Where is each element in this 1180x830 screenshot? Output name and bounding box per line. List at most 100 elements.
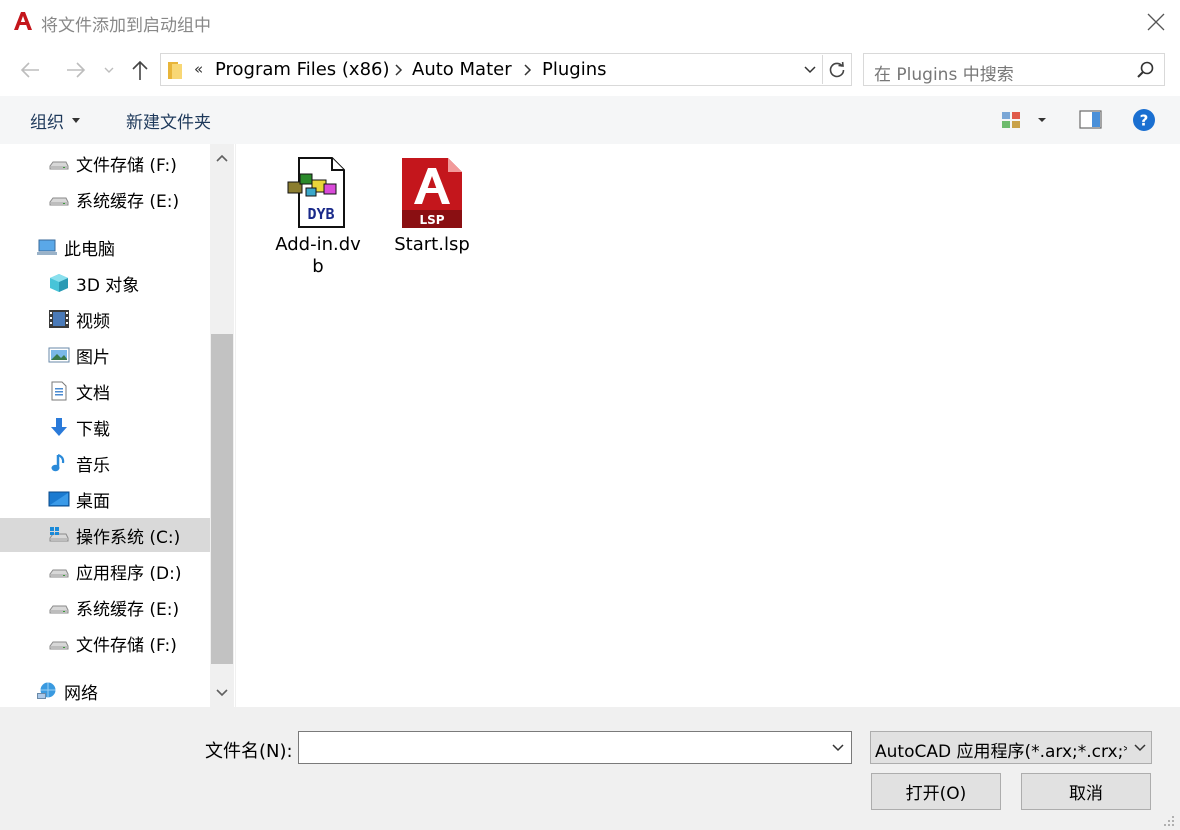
sidebar-item-label: 文档 [76, 383, 110, 404]
sidebar-item-label: 下载 [76, 419, 110, 440]
refresh-button[interactable] [822, 55, 851, 84]
filename-dropdown-button[interactable] [827, 734, 849, 762]
filetype-select[interactable]: AutoCAD 应用程序(*.arx;*.crx;*.lsp;*.dvb;*.d… [870, 731, 1152, 764]
search-icon[interactable] [1136, 61, 1156, 79]
filename-input[interactable] [299, 732, 819, 763]
sidebar-item-label: 桌面 [76, 491, 110, 512]
music-icon [48, 453, 70, 473]
new-folder-button[interactable]: 新建文件夹 [114, 104, 223, 136]
preview-pane-icon [1079, 110, 1102, 129]
sidebar-item-label: 系统缓存 (E:) [76, 599, 180, 620]
sidebar-item-label: 3D 对象 [76, 275, 140, 296]
sidebar-item[interactable]: 文档 [0, 374, 210, 408]
sidebar-item[interactable]: 网络 [0, 674, 210, 708]
sidebar-item-label: 音乐 [76, 455, 110, 476]
title-bar: 将文件添加到启动组中 [0, 0, 1180, 44]
sidebar-item[interactable]: 图片 [0, 338, 210, 372]
desktop-icon [48, 489, 70, 509]
sidebar-item[interactable]: 文件存储 (F:) [0, 626, 210, 660]
file-name: Start.lsp [394, 234, 470, 255]
sidebar-item[interactable]: 桌面 [0, 482, 210, 516]
refresh-icon [829, 61, 845, 77]
chevron-down-icon [832, 744, 844, 752]
address-bar[interactable]: « Program Files (x86) Auto Mater Plugins [160, 53, 852, 86]
sidebar-item[interactable]: 系统缓存 (E:) [0, 590, 210, 624]
filename-combobox[interactable] [298, 731, 852, 764]
arrow-right-icon [67, 62, 86, 78]
lsp-badge: LSP [419, 213, 444, 227]
file-item-start-lsp[interactable]: LSP Start.lsp [382, 156, 482, 256]
preview-pane-button[interactable] [1074, 106, 1106, 134]
3d-objects-icon [48, 273, 70, 293]
sidebar-item-label: 系统缓存 (E:) [76, 191, 180, 212]
lsp-file-icon: LSP [402, 158, 462, 228]
file-list[interactable]: DYB Add-in.dvb LSP Start.lsp [237, 144, 1180, 707]
breadcrumb-auto-mater[interactable]: Auto Mater [412, 59, 512, 80]
organize-button[interactable]: 组织 [14, 104, 92, 136]
navigation-pane[interactable]: 文件存储 (F:) 系统缓存 (E:) 此电脑 3D 对象视频图片文档下载音乐桌面操作… [0, 144, 236, 707]
search-input[interactable]: 在 Plugins 中搜索 [863, 53, 1165, 86]
scrollbar-thumb[interactable] [211, 334, 233, 664]
drive-icon [48, 153, 70, 173]
arrow-left-icon [20, 62, 39, 78]
cancel-button[interactable]: 取消 [1021, 773, 1151, 810]
back-button[interactable] [14, 56, 46, 84]
open-button[interactable]: 打开(O) [871, 773, 1001, 810]
close-button[interactable] [1136, 4, 1176, 40]
scroll-down-button[interactable] [210, 679, 234, 707]
resize-grip-icon[interactable] [1158, 810, 1176, 828]
address-dropdown-button[interactable] [799, 56, 821, 84]
sidebar-item[interactable]: 操作系统 (C:) [0, 518, 210, 552]
video-icon [48, 309, 70, 329]
help-button[interactable]: ? [1128, 104, 1160, 136]
dvb-badge: DYB [307, 205, 334, 223]
chevron-up-icon [216, 154, 228, 162]
scroll-up-button[interactable] [210, 144, 234, 172]
window-title: 将文件添加到启动组中 [41, 16, 211, 36]
recent-locations-button[interactable] [100, 56, 118, 84]
drive-icon [48, 633, 70, 653]
sidebar-item[interactable]: 3D 对象 [0, 266, 210, 300]
close-icon [1147, 13, 1165, 31]
sidebar-item-label: 网络 [64, 683, 98, 704]
sidebar-item[interactable]: 应用程序 (D:) [0, 554, 210, 588]
filename-label: 文件名(N): [205, 741, 293, 762]
sidebar-item[interactable]: 下载 [0, 410, 210, 444]
drive-icon [48, 189, 70, 209]
autocad-icon [14, 12, 32, 30]
sidebar-item-label: 文件存储 (F:) [76, 155, 177, 176]
sidebar-item-label: 视频 [76, 311, 110, 332]
chevron-right-icon[interactable] [393, 63, 403, 77]
chevron-down-icon [804, 66, 816, 74]
sidebar-item[interactable]: 视频 [0, 302, 210, 336]
breadcrumb-plugins[interactable]: Plugins [542, 59, 606, 80]
chevron-down-icon [104, 67, 114, 73]
breadcrumb-overflow[interactable]: « [194, 60, 203, 78]
arrow-up-icon [132, 60, 148, 80]
windows-drive-icon [48, 525, 70, 545]
documents-icon [48, 381, 70, 401]
organize-label: 组织 [30, 112, 64, 133]
sidebar-item[interactable]: 文件存储 (F:) [0, 146, 210, 180]
change-view-button[interactable] [998, 106, 1054, 134]
filetype-dropdown-button[interactable] [1127, 732, 1151, 763]
file-name: Add-in.dvb [275, 234, 361, 277]
sidebar-item[interactable]: 系统缓存 (E:) [0, 182, 210, 216]
search-placeholder: 在 Plugins 中搜索 [874, 65, 1014, 85]
up-button[interactable] [126, 56, 154, 84]
forward-button[interactable] [60, 56, 92, 84]
file-item-add-in-dvb[interactable]: DYB Add-in.dvb [268, 156, 368, 278]
sidebar-item[interactable]: 此电脑 [0, 230, 210, 264]
sidebar-item[interactable]: 音乐 [0, 446, 210, 480]
drive-icon [48, 561, 70, 581]
chevron-down-icon [216, 689, 228, 697]
sidebar-item-label: 文件存储 (F:) [76, 635, 177, 656]
sidebar-item-label: 此电脑 [64, 239, 115, 260]
chevron-right-icon[interactable] [522, 63, 532, 77]
breadcrumb-program-files[interactable]: Program Files (x86) [215, 59, 390, 80]
network-icon [36, 681, 58, 701]
nav-scrollbar[interactable] [210, 144, 234, 707]
computer-icon [36, 237, 58, 257]
sidebar-item-label: 应用程序 (D:) [76, 563, 182, 584]
help-icon: ? [1133, 109, 1155, 131]
